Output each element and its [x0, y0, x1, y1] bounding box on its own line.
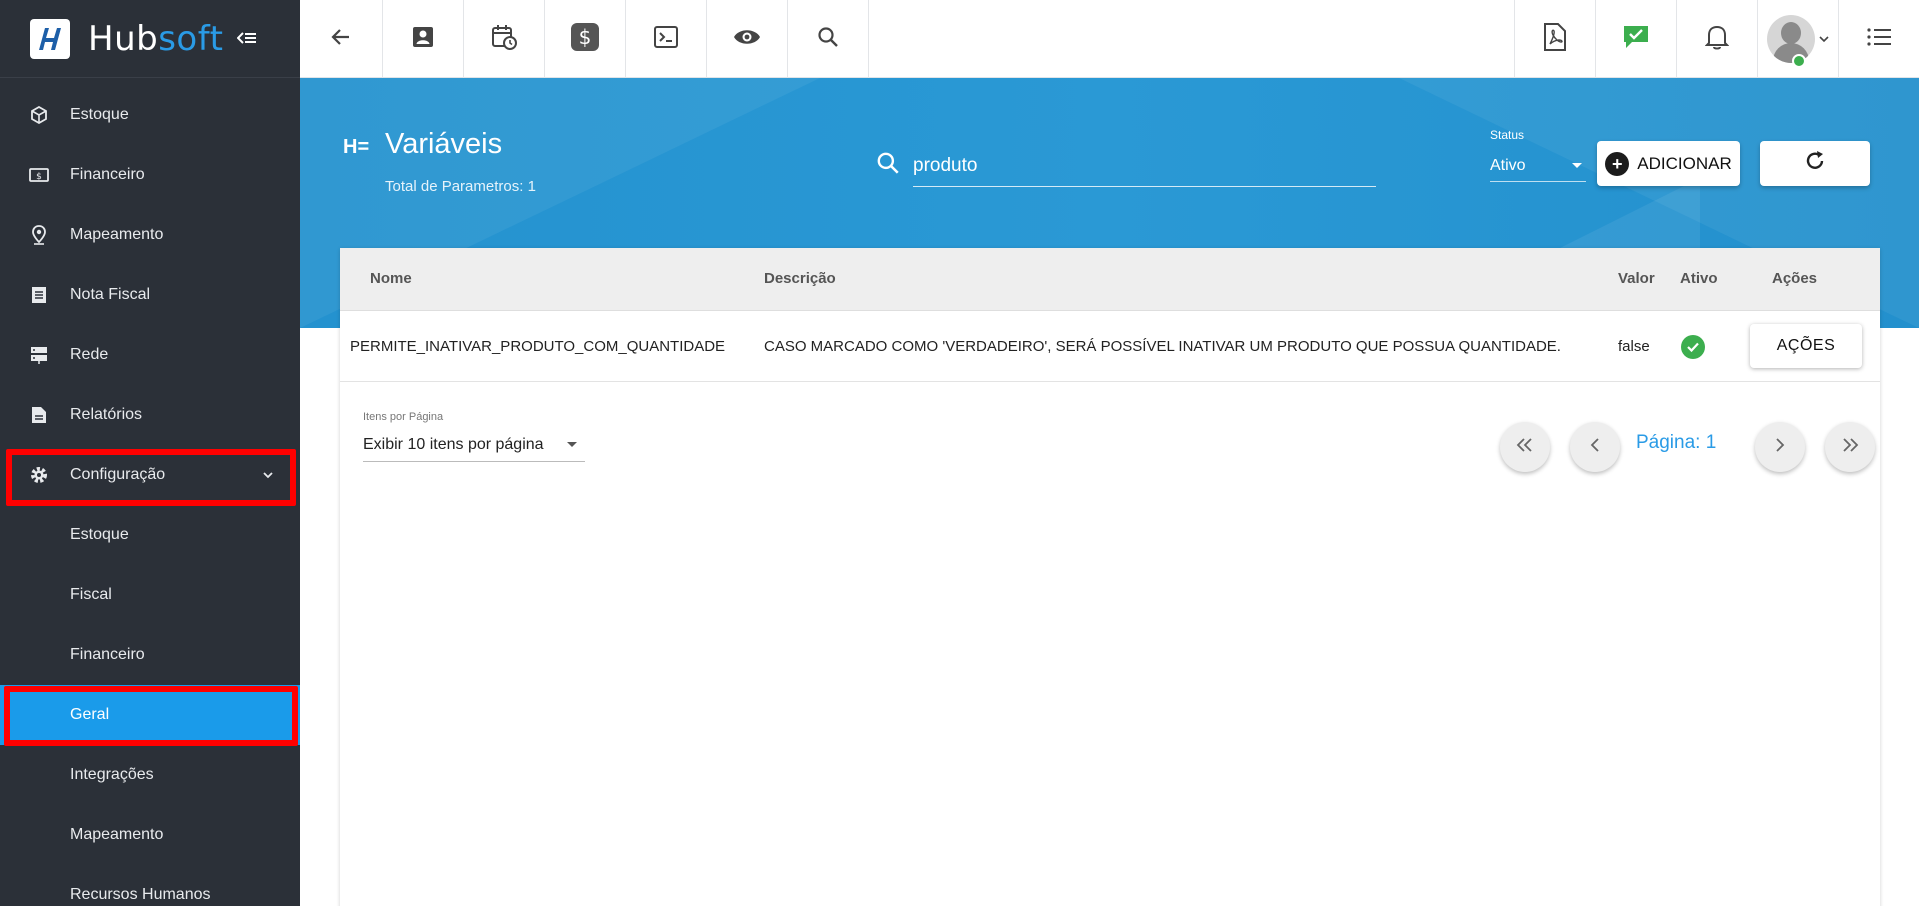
add-button-label: ADICIONAR	[1637, 153, 1732, 173]
sidebar: Hubsoft Estoque $ Financeiro Mapeamento …	[0, 0, 300, 906]
table-header: Nome Descrição Valor Ativo Ações	[340, 248, 1880, 311]
sidebar-subitem-estoque[interactable]: Estoque	[0, 505, 300, 565]
status-label: Status	[1490, 128, 1525, 142]
hubsoft-logo-icon	[30, 18, 70, 59]
box-icon	[28, 104, 50, 126]
variables-card: Nome Descrição Valor Ativo Ações PERMITE…	[340, 248, 1880, 906]
sidebar-subitem-geral[interactable]: Geral	[0, 685, 300, 745]
sidebar-item-rede[interactable]: Rede	[0, 325, 300, 385]
logo-area: Hubsoft	[0, 0, 300, 78]
dollar-icon: $	[570, 22, 600, 57]
status-select[interactable]: Ativo	[1490, 150, 1586, 182]
caret-down-icon	[1572, 163, 1582, 168]
eye-icon	[733, 27, 761, 52]
refresh-icon	[1804, 150, 1826, 177]
current-page-label: Página: 1	[1636, 432, 1717, 453]
menu-list-button[interactable]	[1838, 0, 1919, 78]
pdf-file-icon	[1543, 22, 1567, 56]
sidebar-item-estoque[interactable]: Estoque	[0, 85, 300, 145]
search-input[interactable]	[913, 145, 1376, 187]
next-page-button[interactable]	[1755, 422, 1805, 472]
add-button[interactable]: + ADICIONAR	[1597, 141, 1740, 186]
variables-icon: H=	[343, 136, 370, 158]
chevron-left-icon	[1590, 437, 1600, 457]
document-icon	[28, 404, 50, 426]
chat-button[interactable]	[1595, 0, 1676, 78]
sidebar-item-financeiro[interactable]: $ Financeiro	[0, 145, 300, 205]
items-per-page-value: Exibir 10 itens por página	[363, 435, 544, 453]
collapse-sidebar-icon[interactable]	[237, 26, 257, 52]
cell-valor: false	[1618, 338, 1650, 355]
avatar	[1767, 15, 1815, 63]
chevron-right-icon	[1775, 437, 1785, 457]
page-title: Variáveis	[385, 128, 503, 160]
cell-descricao: CASO MARCADO COMO 'VERDADEIRO', SERÁ POS…	[764, 338, 1561, 355]
list-menu-icon	[1866, 27, 1892, 52]
server-icon	[28, 344, 50, 366]
money-icon: $	[28, 164, 50, 186]
receipt-icon	[28, 284, 50, 306]
table-row: PERMITE_INATIVAR_PRODUTO_COM_QUANTIDADE …	[340, 312, 1880, 382]
monitor-button[interactable]	[707, 0, 788, 78]
svg-text:$: $	[579, 25, 592, 49]
svg-text:$: $	[36, 172, 42, 182]
sidebar-item-nota-fiscal[interactable]: Nota Fiscal	[0, 265, 300, 325]
search-icon	[816, 25, 840, 54]
status-value: Ativo	[1490, 156, 1526, 174]
contacts-button[interactable]	[383, 0, 464, 78]
column-header-descricao[interactable]: Descrição	[764, 270, 836, 287]
items-per-page-select[interactable]: Exibir 10 itens por página	[363, 428, 585, 462]
first-page-button[interactable]	[1500, 422, 1550, 472]
sidebar-item-relatorios[interactable]: Relatórios	[0, 385, 300, 445]
back-button[interactable]	[300, 0, 383, 78]
schedule-button[interactable]	[464, 0, 545, 78]
column-header-acoes: Ações	[1772, 270, 1818, 287]
items-per-page-label: Itens por Página	[363, 411, 444, 423]
column-header-valor[interactable]: Valor	[1618, 270, 1655, 287]
notifications-button[interactable]	[1676, 0, 1757, 78]
sidebar-item-mapeamento[interactable]: Mapeamento	[0, 205, 300, 265]
sidebar-subitem-integracoes[interactable]: Integrações	[0, 745, 300, 805]
caret-down-icon	[567, 442, 577, 447]
page-subtitle: Total de Parametros: 1	[385, 178, 536, 195]
topbar: $	[300, 0, 1919, 78]
chevron-down-icon	[262, 466, 274, 484]
refresh-button[interactable]	[1760, 141, 1870, 186]
brand-name: Hubsoft	[88, 18, 224, 59]
sidebar-subitem-financeiro[interactable]: Financeiro	[0, 625, 300, 685]
sidebar-subitem-recursos-humanos[interactable]: Recursos Humanos	[0, 865, 300, 906]
search-button[interactable]	[788, 0, 869, 78]
previous-page-button[interactable]	[1570, 422, 1620, 472]
bell-icon	[1704, 24, 1730, 55]
gear-icon	[28, 464, 50, 486]
double-chevron-left-icon	[1516, 437, 1534, 457]
column-header-ativo[interactable]: Ativo	[1680, 270, 1718, 287]
contact-card-icon	[410, 24, 436, 55]
row-actions-button[interactable]: AÇÕES	[1750, 324, 1862, 368]
cell-nome: PERMITE_INATIVAR_PRODUTO_COM_QUANTIDADE	[350, 338, 726, 355]
column-header-nome[interactable]: Nome	[370, 270, 412, 287]
finance-button[interactable]: $	[545, 0, 626, 78]
terminal-icon	[653, 25, 679, 54]
active-check-icon	[1681, 335, 1705, 359]
chat-check-icon	[1622, 24, 1650, 55]
sidebar-item-configuracao[interactable]: Configuração	[0, 445, 300, 505]
sidebar-subitem-fiscal[interactable]: Fiscal	[0, 565, 300, 625]
pdf-button[interactable]	[1514, 0, 1595, 78]
double-chevron-right-icon	[1841, 437, 1859, 457]
sidebar-subitem-mapeamento[interactable]: Mapeamento	[0, 805, 300, 865]
plus-circle-icon: +	[1605, 151, 1630, 176]
last-page-button[interactable]	[1825, 422, 1875, 472]
calendar-clock-icon	[490, 23, 518, 56]
search-icon	[875, 150, 901, 181]
arrow-left-icon	[329, 25, 353, 54]
user-menu[interactable]	[1757, 0, 1838, 78]
map-pin-icon	[28, 224, 50, 246]
chevron-down-icon	[1819, 30, 1829, 48]
terminal-button[interactable]	[626, 0, 707, 78]
online-status-dot	[1792, 54, 1806, 68]
